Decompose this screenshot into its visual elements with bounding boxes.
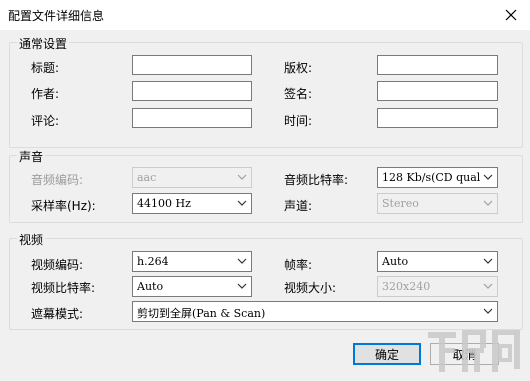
- comment-label: 评论:: [31, 114, 60, 128]
- chevron-down-icon: [237, 258, 247, 264]
- sample-rate-value: 44100 Hz: [137, 197, 191, 210]
- title-bar: 配置文件详细信息: [0, 0, 530, 30]
- video-codec-value: h.264: [137, 255, 169, 268]
- signature-label: 签名:: [284, 87, 313, 101]
- sample-rate-select[interactable]: 44100 Hz: [132, 193, 252, 214]
- frame-rate-label: 帧率:: [284, 258, 313, 272]
- watermark-logo: [428, 330, 520, 372]
- video-size-label: 视频大小:: [284, 281, 337, 295]
- mask-mode-label: 遮幕模式:: [31, 307, 84, 321]
- frame-rate-value: Auto: [382, 255, 409, 268]
- signature-field[interactable]: [377, 81, 498, 101]
- title-field[interactable]: [132, 55, 252, 75]
- chevron-down-icon: [237, 283, 247, 289]
- video-legend: 视频: [17, 231, 46, 248]
- close-icon[interactable]: [500, 4, 522, 26]
- video-bitrate-select[interactable]: Auto: [132, 276, 252, 297]
- channel-value: Stereo: [382, 197, 419, 210]
- video-bitrate-label: 视频比特率:: [31, 281, 96, 295]
- audio-codec-value: aac: [137, 171, 157, 184]
- chevron-down-icon: [483, 283, 493, 289]
- chevron-down-icon: [483, 258, 493, 264]
- channel-label: 声道:: [284, 199, 313, 213]
- copyright-label: 版权:: [284, 61, 313, 75]
- mask-mode-value: 剪切到全屏(Pan & Scan): [137, 307, 266, 320]
- video-bitrate-value: Auto: [137, 280, 164, 293]
- time-field[interactable]: [377, 108, 498, 128]
- video-size-select: 320x240: [377, 276, 498, 297]
- audio-legend: 声音: [17, 148, 46, 165]
- general-settings-legend: 通常设置: [17, 35, 70, 52]
- video-size-value: 320x240: [382, 280, 431, 293]
- chevron-down-icon: [483, 200, 493, 206]
- video-codec-select[interactable]: h.264: [132, 251, 252, 272]
- chevron-down-icon: [483, 308, 493, 314]
- chevron-down-icon: [483, 174, 493, 180]
- audio-codec-label: 音频编码:: [31, 173, 84, 187]
- ok-button[interactable]: 确定: [353, 343, 421, 365]
- window-title: 配置文件详细信息: [8, 9, 105, 23]
- comment-field[interactable]: [132, 108, 252, 128]
- author-label: 作者:: [31, 87, 60, 101]
- frame-rate-select[interactable]: Auto: [377, 251, 498, 272]
- audio-codec-select: aac: [132, 167, 252, 188]
- channel-select: Stereo: [377, 193, 498, 214]
- chevron-down-icon: [237, 200, 247, 206]
- sample-rate-label: 采样率(Hz):: [31, 199, 96, 213]
- audio-bitrate-value: 128 Kb/s(CD qual: [382, 171, 481, 184]
- author-field[interactable]: [132, 81, 252, 101]
- mask-mode-select[interactable]: 剪切到全屏(Pan & Scan): [132, 301, 498, 322]
- audio-bitrate-select[interactable]: 128 Kb/s(CD qual: [377, 167, 498, 188]
- title-label: 标题:: [31, 61, 60, 75]
- copyright-field[interactable]: [377, 55, 498, 75]
- video-codec-label: 视频编码:: [31, 258, 84, 272]
- time-label: 时间:: [284, 114, 313, 128]
- chevron-down-icon: [237, 174, 247, 180]
- audio-bitrate-label: 音频比特率:: [284, 173, 349, 187]
